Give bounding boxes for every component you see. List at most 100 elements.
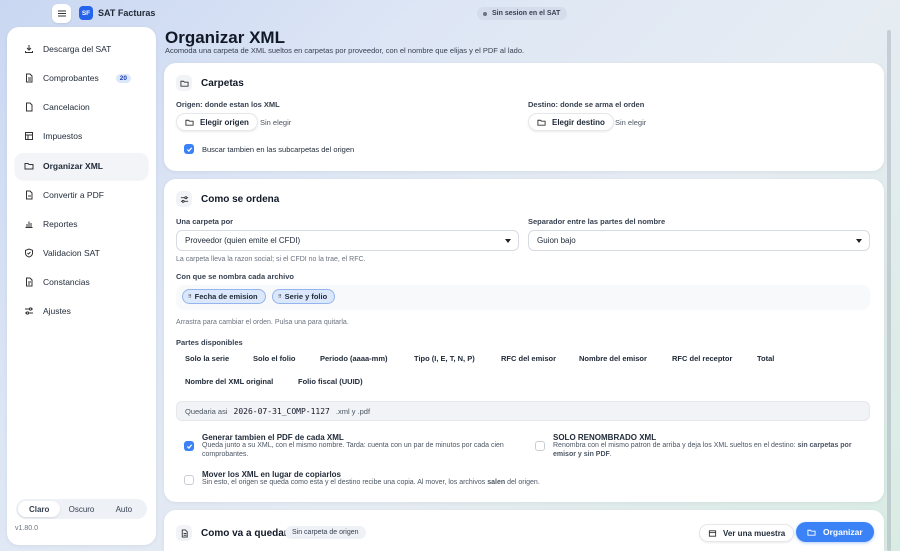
carpetas-card: Carpetas Origen: donde estan los XML Ele…: [164, 63, 884, 171]
session-label: Sin sesion en el SAT: [492, 10, 561, 17]
chip-fecha-emision[interactable]: ⠿ Fecha de emision: [182, 289, 266, 304]
resultado-title: Como va a quedar: [201, 527, 288, 539]
page-title: Organizar XML: [165, 28, 285, 47]
chart-icon: [24, 219, 34, 229]
count-badge: 20: [115, 73, 131, 83]
scrollbar[interactable]: [887, 30, 891, 551]
generate-pdf-desc: Queda junto a su XML, con el mismo nombr…: [202, 442, 504, 458]
mover-xml-desc: Sin esto, el origen se queda como esta y…: [202, 479, 540, 486]
solo-renombrado-checkbox[interactable]: [535, 441, 545, 451]
sidebar-item-validacion-sat[interactable]: Validacion SAT: [15, 240, 148, 266]
parte-periodo[interactable]: Periodo (aaaa-mm): [320, 354, 388, 363]
check-icon: [186, 146, 192, 152]
parte-uuid[interactable]: Folio fiscal (UUID): [298, 377, 363, 386]
resultado-header: Como va a quedar: [176, 525, 288, 541]
table-icon: [24, 131, 34, 141]
theme-auto-button[interactable]: Auto: [103, 501, 145, 517]
sliders-icon: [24, 306, 34, 316]
folder-icon: [24, 161, 34, 171]
filename-preview: Quedaria asi 2026-07-31_COMP-1127 .xml y…: [176, 401, 870, 421]
parte-total[interactable]: Total: [757, 354, 774, 363]
parte-solo-serie[interactable]: Solo la serie: [185, 354, 229, 363]
carpeta-hint: La carpeta lleva la razon social; si el …: [176, 256, 366, 263]
check-icon: [186, 443, 192, 449]
theme-claro-button[interactable]: Claro: [18, 501, 61, 517]
top-bar: SF SAT Facturas Sin sesion en el SAT: [0, 0, 900, 27]
drag-handle-icon: ⠿: [278, 293, 282, 300]
sidebar-item-label: Constancias: [43, 277, 90, 287]
solo-renombrado-title: SOLO RENOMBRADO XML: [553, 433, 657, 442]
certificate-icon: [24, 277, 34, 287]
shield-check-icon: [24, 248, 34, 258]
preview-label: Quedaria asi: [185, 406, 228, 416]
orden-card: Como se ordena Una carpeta por Proveedor…: [164, 179, 884, 502]
sidebar-item-label: Convertir a PDF: [43, 190, 104, 200]
sliders-icon: [176, 191, 192, 207]
sidebar-item-ajustes[interactable]: Ajustes: [15, 298, 148, 324]
hamburger-icon: [57, 12, 66, 15]
sidebar-item-label: Organizar XML: [43, 161, 103, 171]
chevron-down-icon: [856, 239, 862, 243]
organizar-button[interactable]: Organizar: [796, 522, 874, 542]
document-icon: [24, 73, 34, 83]
orden-title: Como se ordena: [201, 193, 280, 205]
ver-muestra-button[interactable]: Ver una muestra: [699, 524, 795, 542]
sidebar-item-convertir-pdf[interactable]: Convertir a PDF: [15, 182, 148, 208]
mover-xml-title: Mover los XML en lugar de copiarlos: [202, 470, 341, 479]
orden-header: Como se ordena: [176, 191, 279, 207]
preview-filename: 2026-07-31_COMP-1127: [233, 406, 330, 416]
sidebar-item-label: Ajustes: [43, 306, 71, 316]
menu-button[interactable]: [52, 4, 71, 23]
subfolders-checkbox[interactable]: [184, 144, 194, 154]
chip-label: Fecha de emision: [194, 292, 258, 301]
parte-rfc-emisor[interactable]: RFC del emisor: [501, 354, 556, 363]
parte-tipo[interactable]: Tipo (I, E, T, N, P): [414, 354, 475, 363]
page-subtitle: Acomoda una carpeta de XML sueltos en ca…: [165, 46, 525, 55]
chip-label: Serie y folio: [284, 292, 328, 301]
carpeta-por-value: Proveedor (quien emite el CFDI): [185, 236, 301, 245]
preview-extensions: .xml y .pdf: [335, 406, 371, 416]
origen-value: Sin elegir: [260, 118, 292, 127]
parte-nombre-xml[interactable]: Nombre del XML original: [185, 377, 273, 386]
chips-hint: Arrastra para cambiar el orden. Pulsa un…: [176, 319, 349, 326]
app-logo: SF: [79, 6, 93, 20]
separador-value: Guion bajo: [537, 236, 576, 245]
destino-label: Destino: donde se arma el orden: [528, 100, 645, 109]
generate-pdf-title: Generar tambien el PDF de cada XML: [202, 433, 344, 442]
chip-serie-folio[interactable]: ⠿ Serie y folio: [272, 289, 336, 304]
elegir-origen-button[interactable]: Elegir origen: [176, 113, 258, 131]
parte-nombre-emisor[interactable]: Nombre del emisor: [579, 354, 647, 363]
carpeta-por-select[interactable]: Proveedor (quien emite el CFDI): [176, 230, 519, 251]
carpetas-title: Carpetas: [201, 77, 244, 89]
subfolders-label: Buscar tambien en las subcarpetas del or…: [202, 145, 355, 154]
folder-icon: [185, 119, 194, 126]
sidebar-item-constancias[interactable]: Constancias: [15, 269, 148, 295]
mover-xml-checkbox[interactable]: [184, 475, 194, 485]
parte-rfc-receptor[interactable]: RFC del receptor: [672, 354, 732, 363]
elegir-destino-button[interactable]: Elegir destino: [528, 113, 614, 131]
document-icon: [176, 525, 192, 541]
generate-pdf-checkbox[interactable]: [184, 441, 194, 451]
nombre-label: Con que se nombra cada archivo: [176, 272, 294, 281]
theme-oscuro-button[interactable]: Oscuro: [60, 501, 102, 517]
separador-select[interactable]: Guion bajo: [528, 230, 870, 251]
elegir-origen-label: Elegir origen: [200, 117, 249, 127]
sidebar-item-label: Cancelacion: [43, 102, 90, 112]
drag-handle-icon: ⠿: [188, 293, 192, 300]
sidebar-item-label: Descarga del SAT: [43, 44, 112, 54]
sidebar-item-label: Comprobantes: [43, 73, 99, 83]
download-icon: [24, 44, 34, 54]
folder-icon: [537, 119, 546, 126]
app-version: v1.80.0: [15, 525, 38, 532]
sidebar-item-label: Validacion SAT: [43, 248, 100, 258]
sidebar-item-impuestos[interactable]: Impuestos: [15, 123, 148, 149]
sidebar-item-descarga[interactable]: Descarga del SAT: [15, 36, 148, 62]
solo-renombrado-desc: Renombra con el mismo patron de arriba y…: [553, 442, 852, 458]
parte-solo-folio[interactable]: Solo el folio: [253, 354, 296, 363]
sidebar-item-comprobantes[interactable]: Comprobantes 20: [15, 65, 148, 91]
sidebar: Descarga del SAT Comprobantes 20 Cancela…: [7, 27, 156, 545]
sidebar-item-reportes[interactable]: Reportes: [15, 211, 148, 237]
session-status[interactable]: Sin sesion en el SAT: [477, 7, 568, 20]
sidebar-item-organizar-xml[interactable]: Organizar XML: [15, 153, 148, 179]
sidebar-item-cancelacion[interactable]: Cancelacion: [15, 94, 148, 120]
